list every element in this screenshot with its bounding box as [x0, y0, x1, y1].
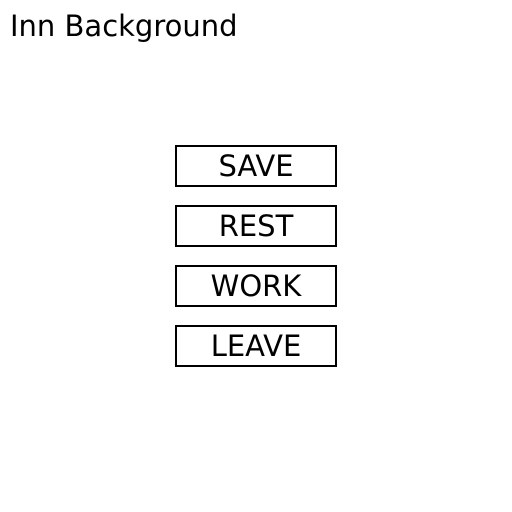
leave-button[interactable]: LEAVE — [175, 325, 337, 367]
work-button[interactable]: WORK — [175, 265, 337, 307]
rest-button[interactable]: REST — [175, 205, 337, 247]
inn-menu: SAVE REST WORK LEAVE — [175, 145, 337, 385]
save-button[interactable]: SAVE — [175, 145, 337, 187]
scene-title: Inn Background — [10, 9, 238, 43]
